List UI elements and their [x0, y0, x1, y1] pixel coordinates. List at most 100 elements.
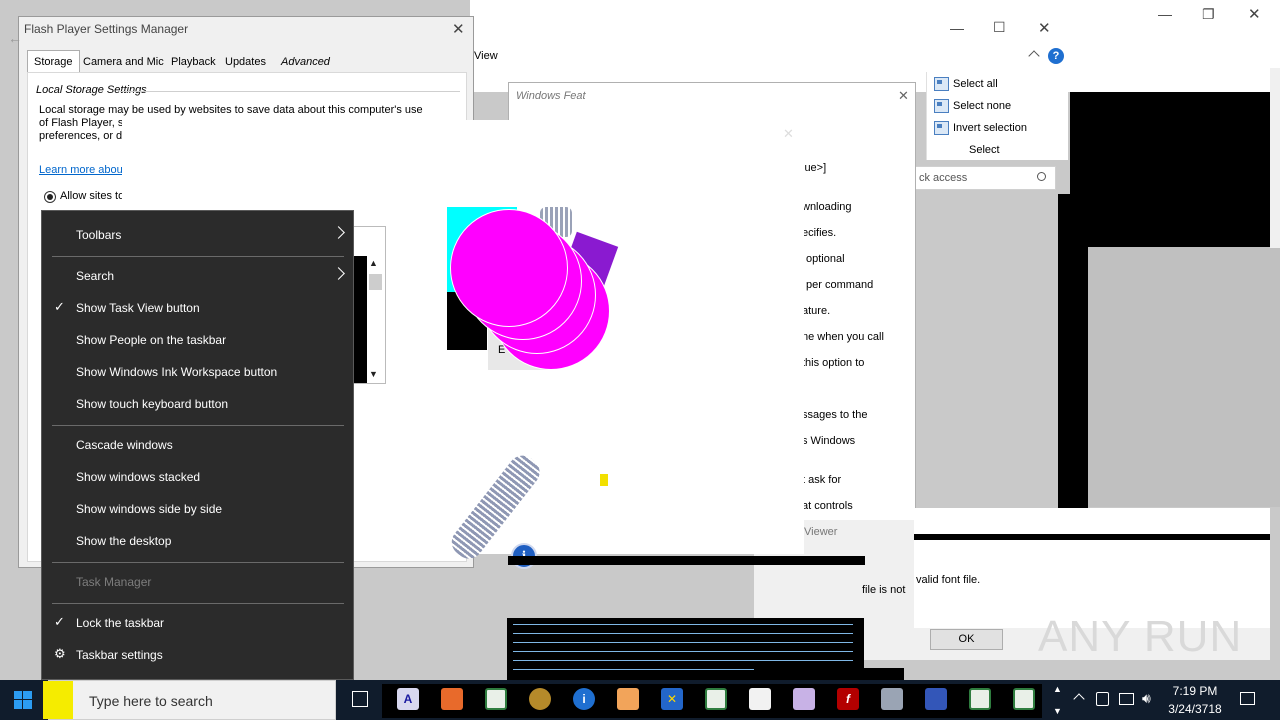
menu-label: Show Windows Ink Workspace button: [76, 365, 278, 379]
wf-line-2: wnloading: [802, 201, 852, 213]
menu-label: Show the desktop: [76, 534, 172, 548]
magenta-circle-1: [450, 209, 568, 327]
ribbon-tab-view[interactable]: View: [474, 50, 498, 62]
win-pane-3: [14, 700, 22, 709]
allow-radio-label: Allow sites to: [60, 190, 125, 202]
task-view-icon[interactable]: [352, 691, 368, 707]
files-icon[interactable]: [881, 688, 903, 710]
flash-icon[interactable]: f: [837, 688, 859, 710]
clock-date[interactable]: 3/24/3718: [1164, 702, 1226, 716]
tab-advanced[interactable]: Advanced: [274, 50, 337, 72]
taskbar-info-icon[interactable]: i: [573, 688, 595, 710]
allow-radio[interactable]: [44, 191, 56, 203]
search-placeholder: ck access: [919, 172, 968, 184]
viewer-message-1: valid font file.: [916, 574, 981, 586]
inner-close-icon[interactable]: ✕: [1038, 19, 1051, 37]
menu-item-taskbar-settings[interactable]: ⚙ Taskbar settings: [42, 639, 353, 671]
tab-camera-and-mic[interactable]: Camera and Mic: [76, 50, 171, 72]
media-icon[interactable]: [529, 688, 551, 710]
black-line-bottom: [508, 556, 865, 565]
search-icon: [1037, 172, 1046, 181]
menu-item-show-people[interactable]: Show People on the taskbar: [42, 324, 353, 356]
learn-more-link[interactable]: Learn more about: [39, 164, 126, 176]
network-icon[interactable]: [1119, 693, 1134, 705]
inner-list-black: [353, 256, 367, 383]
select-none-button[interactable]: Select none: [934, 96, 1011, 116]
taskbar-scroll-down-icon[interactable]: ▼: [1053, 706, 1062, 716]
video-icon[interactable]: [617, 688, 639, 710]
edit-icon[interactable]: [749, 688, 771, 710]
quick-access-search[interactable]: ck access: [912, 166, 1056, 190]
menu-item-search[interactable]: Search: [42, 260, 353, 292]
restore-icon[interactable]: ❐: [1202, 6, 1215, 23]
wf-line-12: at controls: [802, 500, 853, 512]
menu-label: Show windows side by side: [76, 502, 223, 516]
table-icon[interactable]: [705, 688, 727, 710]
archive-icon[interactable]: [793, 688, 815, 710]
select-none-label: Select none: [953, 100, 1012, 112]
table3-icon[interactable]: [1013, 688, 1035, 710]
taskbar-search-box[interactable]: Type here to search: [43, 680, 336, 720]
menu-item-show-ink-workspace[interactable]: Show Windows Ink Workspace button: [42, 356, 353, 388]
win-pane-1: [14, 691, 22, 699]
menu-separator: [52, 562, 344, 563]
tab-playback[interactable]: Playback: [164, 50, 223, 72]
gear-icon: ⚙: [54, 646, 66, 661]
win-pane-4: [23, 700, 32, 709]
viewer-black-bar: [914, 534, 1270, 540]
wf-line-7: ne when you call: [802, 331, 884, 343]
maximize-icon[interactable]: ☐: [993, 19, 1006, 36]
menu-item-show-desktop[interactable]: Show the desktop: [42, 525, 353, 557]
wf-line-3: ecifies.: [802, 227, 837, 239]
menu-item-show-task-view[interactable]: ✓ Show Task View button: [42, 292, 353, 324]
wf-line-9: ssages to the: [802, 409, 868, 421]
close-icon[interactable]: ✕: [1248, 5, 1261, 23]
check-icon: ✓: [54, 614, 65, 629]
windows-features-title: Windows Feat: [516, 90, 586, 102]
invert-selection-button[interactable]: Invert selection: [934, 118, 1027, 138]
viewer-body: [914, 508, 1270, 628]
menu-label: Task Manager: [76, 575, 152, 589]
scroll-up-icon[interactable]: ▲: [369, 258, 378, 268]
notification-icon[interactable]: [1240, 692, 1255, 705]
office-icon[interactable]: [441, 688, 463, 710]
heading-divider: [120, 91, 460, 92]
menu-item-lock-taskbar[interactable]: ✓ Lock the taskbar: [42, 607, 353, 639]
xbox-icon[interactable]: ✕: [661, 688, 683, 710]
flash-close-icon[interactable]: ✕: [452, 20, 465, 38]
tab-storage[interactable]: Storage: [27, 50, 80, 72]
font-app-icon[interactable]: A: [397, 688, 419, 710]
menu-item-cascade-windows[interactable]: Cascade windows: [42, 429, 353, 461]
glitch-dialog-close-icon[interactable]: ✕: [783, 126, 794, 142]
ok-button[interactable]: OK: [930, 629, 1003, 650]
menu-item-show-windows-stacked[interactable]: Show windows stacked: [42, 461, 353, 493]
tab-updates[interactable]: Updates: [218, 50, 273, 72]
help-icon[interactable]: ?: [1048, 48, 1064, 64]
scrollbar-right[interactable]: [1270, 68, 1280, 248]
flash-window-title: Flash Player Settings Manager: [24, 22, 189, 36]
taskbar-scroll-up-icon[interactable]: ▲: [1053, 684, 1062, 694]
table2-icon[interactable]: [969, 688, 991, 710]
inner-minimize-icon[interactable]: —: [950, 20, 964, 36]
scroll-thumb[interactable]: [369, 274, 382, 290]
menu-item-side-by-side[interactable]: Show windows side by side: [42, 493, 353, 525]
windows-features-close-icon[interactable]: ✕: [898, 88, 909, 104]
device-icon[interactable]: [1096, 692, 1109, 706]
select-all-button[interactable]: Select all: [934, 74, 998, 94]
cortana-icon: [43, 681, 73, 719]
spreadsheet-icon[interactable]: [485, 688, 507, 710]
windows-start-icon[interactable]: [14, 691, 32, 709]
menu-item-task-manager: Task Manager: [42, 566, 353, 598]
select-all-label: Select all: [953, 78, 998, 90]
wf-line-4: optional: [806, 253, 845, 265]
black-bar-2: [754, 668, 904, 680]
scroll-down-icon[interactable]: ▼: [369, 369, 378, 379]
clock-time[interactable]: 7:19 PM: [1166, 684, 1224, 698]
apps-icon[interactable]: [925, 688, 947, 710]
ribbon-group-label: Select: [969, 144, 1000, 156]
minimize-icon[interactable]: —: [1158, 6, 1172, 22]
back-arrow-icon[interactable]: ←: [8, 30, 22, 46]
menu-item-show-touch-keyboard[interactable]: Show touch keyboard button: [42, 388, 353, 420]
menu-item-toolbars[interactable]: Toolbars: [42, 219, 353, 251]
volume-icon[interactable]: 🔊︎: [1142, 690, 1151, 707]
